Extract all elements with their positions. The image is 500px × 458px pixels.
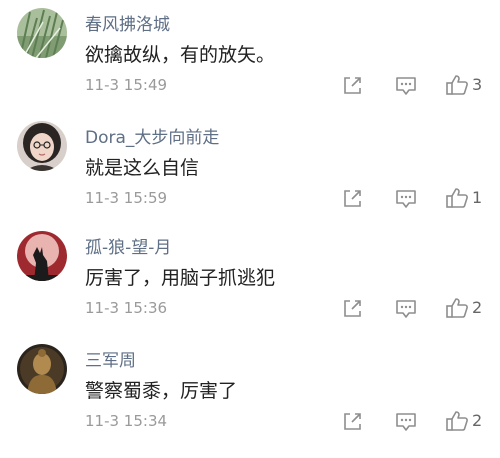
comment-text: 警察蜀黍，厉害了 bbox=[85, 380, 238, 402]
comment-item: Dora_大步向前走 就是这么自信 11-3 15:59 1 bbox=[0, 119, 500, 235]
comment-time: 11-3 15:49 bbox=[85, 76, 168, 94]
comment-author[interactable]: Dora_大步向前走 bbox=[85, 123, 219, 148]
avatar[interactable] bbox=[17, 121, 67, 171]
comment-icon[interactable] bbox=[393, 296, 419, 320]
like-count: 2 bbox=[472, 411, 483, 430]
thumbs-up-icon[interactable] bbox=[444, 73, 470, 97]
like-count: 3 bbox=[472, 75, 483, 94]
thumbs-up-icon[interactable] bbox=[444, 186, 470, 210]
comment-time: 11-3 15:34 bbox=[85, 412, 168, 430]
comment-time: 11-3 15:36 bbox=[85, 299, 168, 317]
comment-icon[interactable] bbox=[393, 73, 419, 97]
comment-icon[interactable] bbox=[393, 409, 419, 433]
comment-icon[interactable] bbox=[393, 186, 419, 210]
like-count: 2 bbox=[472, 298, 483, 317]
thumbs-up-icon[interactable] bbox=[444, 409, 470, 433]
avatar[interactable] bbox=[17, 231, 67, 281]
comment-text: 欲擒故纵，有的放矢。 bbox=[85, 44, 276, 66]
avatar[interactable] bbox=[17, 8, 67, 58]
comment-text: 就是这么自信 bbox=[85, 157, 200, 179]
share-icon[interactable] bbox=[340, 73, 366, 97]
comment-time: 11-3 15:59 bbox=[85, 189, 168, 207]
share-icon[interactable] bbox=[340, 296, 366, 320]
comment-author[interactable]: 三军周 bbox=[85, 346, 136, 371]
comment-author[interactable]: 孤-狼-望-月 bbox=[85, 233, 171, 258]
comment-author[interactable]: 春风拂洛城 bbox=[85, 10, 170, 35]
thumbs-up-icon[interactable] bbox=[444, 296, 470, 320]
share-icon[interactable] bbox=[340, 186, 366, 210]
comment-text: 厉害了，用脑子抓逃犯 bbox=[85, 267, 276, 289]
share-icon[interactable] bbox=[340, 409, 366, 433]
comment-item: 三军周 警察蜀黍，厉害了 11-3 15:34 2 bbox=[0, 342, 500, 458]
comment-item: 春风拂洛城 欲擒故纵，有的放矢。 11-3 15:49 3 bbox=[0, 6, 500, 122]
like-count: 1 bbox=[472, 188, 483, 207]
comment-item: 孤-狼-望-月 厉害了，用脑子抓逃犯 11-3 15:36 2 bbox=[0, 229, 500, 345]
avatar[interactable] bbox=[17, 344, 67, 394]
